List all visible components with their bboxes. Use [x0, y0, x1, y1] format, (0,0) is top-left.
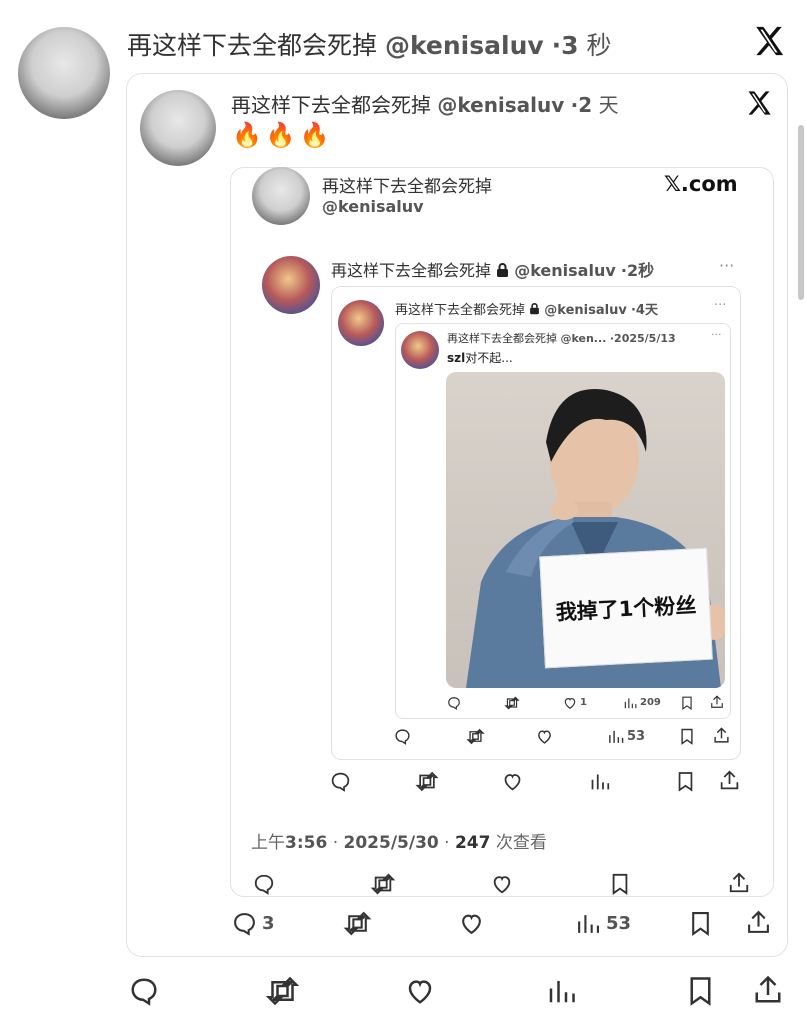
timestamp: ·2 [570, 93, 593, 117]
reply-count: 3 [262, 913, 275, 934]
brand-logo[interactable]: 𝕏.com [664, 172, 738, 196]
time-value: 3:56 [285, 833, 328, 853]
user-handle[interactable]: @ken... [561, 332, 607, 345]
display-name[interactable]: 再这样下去全都会死掉 [331, 261, 491, 280]
share-icon[interactable] [719, 770, 740, 791]
share-icon[interactable] [710, 695, 724, 709]
bookmark-icon[interactable] [610, 873, 630, 895]
more-icon[interactable]: ··· [711, 328, 722, 341]
avatar[interactable] [140, 90, 216, 166]
views-icon[interactable] [589, 771, 610, 792]
views-number: 247 [454, 833, 491, 853]
like-icon[interactable] [490, 873, 514, 895]
views-label: 次查看 [495, 833, 547, 853]
timestamp: ·3 [551, 31, 579, 60]
bookmark-icon[interactable] [681, 696, 693, 710]
timestamp: ·4天 [630, 303, 658, 318]
bookmark-icon[interactable] [688, 976, 713, 1006]
tweet-header: 再这样下去全都会死掉 @ken... ·2025/5/13 [447, 330, 676, 346]
text-rest: 对不起... [465, 351, 513, 365]
like-count: 1 [580, 697, 587, 708]
views-icon[interactable] [575, 911, 600, 936]
share-icon[interactable] [727, 872, 751, 894]
retweet-icon[interactable] [415, 771, 439, 792]
reply-icon[interactable] [232, 911, 257, 936]
retweet-icon[interactable] [343, 911, 372, 936]
time-prefix: 上午 [251, 833, 285, 853]
tweet-timestamp: 上午3:56 · 2025/5/30 · 247 次查看 [251, 833, 547, 853]
paper-sign: 我掉了1个粉丝 [539, 547, 713, 669]
display-name[interactable]: 再这样下去全都会死掉 [127, 31, 377, 60]
display-name[interactable]: 再这样下去全都会死掉 [395, 303, 525, 318]
share-icon[interactable] [713, 727, 730, 744]
retweet-icon[interactable] [265, 976, 300, 1006]
views-icon[interactable] [607, 728, 624, 745]
avatar[interactable] [262, 256, 320, 314]
display-name[interactable]: 再这样下去全都会死掉 [447, 332, 557, 345]
retweet-icon[interactable] [466, 728, 485, 745]
bookmark-icon[interactable] [677, 771, 694, 792]
tweet-header: 再这样下去全都会死掉 @kenisaluv ·3 秒 [127, 26, 612, 62]
tweet-text: 🔥🔥🔥 [232, 121, 334, 149]
views-count: 209 [640, 697, 661, 708]
user-handle[interactable]: @kenisaluv [385, 31, 544, 60]
x-logo-icon[interactable] [745, 89, 773, 117]
like-icon[interactable] [563, 696, 577, 710]
views-count: 53 [627, 729, 646, 744]
reply-icon[interactable] [129, 976, 159, 1006]
scrollbar[interactable] [798, 125, 804, 300]
display-name[interactable]: 再这样下去全都会死掉 [231, 93, 431, 117]
bookmark-icon[interactable] [680, 728, 694, 745]
bookmark-icon[interactable] [690, 911, 711, 936]
avatar[interactable] [252, 167, 310, 225]
x-logo-icon[interactable] [752, 24, 786, 58]
like-icon[interactable] [405, 976, 435, 1006]
lock-icon [496, 263, 509, 278]
tweet-header: 再这样下去全都会死掉 @kenisaluv ·4天 [395, 299, 658, 318]
views-icon[interactable] [546, 976, 576, 1006]
tweet-text: szl对不起... [447, 349, 513, 366]
share-icon[interactable] [753, 975, 783, 1005]
user-handle[interactable]: @kenisaluv [544, 303, 627, 318]
views-count: 53 [606, 913, 632, 934]
reply-icon[interactable] [252, 873, 276, 895]
timestamp: ·2秒 [620, 261, 655, 280]
reply-icon[interactable] [447, 696, 461, 710]
avatar[interactable] [18, 27, 110, 119]
time-unit: 天 [598, 93, 619, 117]
like-icon[interactable] [536, 728, 553, 745]
date-value: 2025/5/30 [343, 833, 439, 853]
lock-icon [529, 303, 540, 315]
timestamp: ·2025/5/13 [609, 332, 676, 345]
display-name: 再这样下去全都会死掉 [322, 177, 492, 197]
more-icon[interactable]: ··· [719, 256, 734, 275]
sign-text: 我掉了1个粉丝 [555, 593, 697, 625]
avatar[interactable] [401, 331, 439, 369]
user-handle[interactable]: @kenisaluv [322, 197, 424, 216]
time-unit: 秒 [586, 31, 612, 60]
reply-icon[interactable] [394, 728, 411, 745]
text-bold: szl [447, 351, 466, 365]
views-icon[interactable] [623, 696, 637, 710]
like-icon[interactable] [502, 771, 523, 792]
share-icon[interactable] [746, 910, 771, 935]
user-handle[interactable]: @kenisaluv [437, 93, 564, 117]
retweet-icon[interactable] [369, 873, 397, 895]
more-icon[interactable]: ··· [714, 298, 726, 313]
tweet-header: 再这样下去全都会死掉 @kenisaluv ·2 天 [231, 89, 619, 118]
tweet-header: 再这样下去全都会死掉 @kenisaluv ·2秒 [331, 257, 654, 281]
retweet-icon[interactable] [504, 696, 520, 710]
user-handle[interactable]: @kenisaluv [514, 261, 616, 280]
like-icon[interactable] [459, 911, 484, 936]
avatar[interactable] [338, 300, 384, 346]
reply-icon[interactable] [330, 771, 351, 792]
